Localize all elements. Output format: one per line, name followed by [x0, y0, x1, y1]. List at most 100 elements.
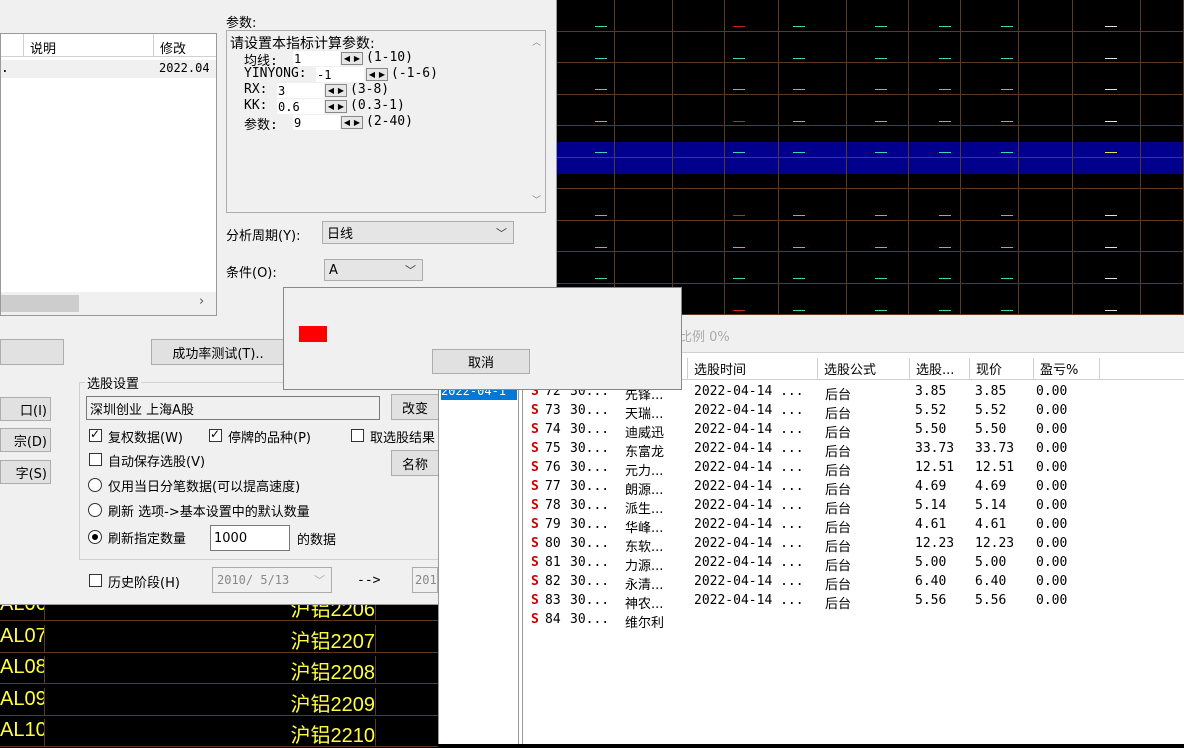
stock-code: 30...	[570, 479, 610, 494]
param-spinner[interactable]: ◀ ▶	[366, 68, 388, 81]
params-scrollbar[interactable]: ︿ ﹀	[528, 31, 545, 212]
arrow-left-icon[interactable]: ◀	[344, 118, 350, 127]
refresh-default-radio[interactable]	[88, 503, 102, 517]
select-formula: 后台	[825, 540, 852, 555]
quote-row[interactable]: AL07 沪铝2207	[0, 622, 438, 653]
change-button[interactable]: 改变	[391, 394, 439, 420]
current-price: 6.40	[975, 574, 1007, 589]
result-row[interactable]: S 80 30... 东软... 2022-04-14 ... 后台 12.23…	[439, 535, 1184, 555]
result-row[interactable]: S 73 30... 天瑞... 2022-04-14 ... 后台 5.52 …	[439, 402, 1184, 422]
grid-cell	[779, 157, 847, 189]
result-row[interactable]: S 81 30... 力源... 2022-04-14 ... 后台 5.00 …	[439, 554, 1184, 574]
select-mark: S	[531, 441, 539, 456]
param-value-input[interactable]: 3	[277, 83, 324, 98]
refresh-count-input[interactable]: 1000	[210, 525, 290, 551]
arrow-left-icon[interactable]: ◀	[328, 86, 334, 95]
grid-cell	[1019, 94, 1073, 126]
param-label: KK:	[244, 98, 268, 113]
auto-save-checkbox[interactable]	[89, 453, 102, 466]
param-value-input[interactable]: 9	[293, 115, 340, 130]
result-row[interactable]: S 77 30... 朗源... 2022-04-14 ... 后台 4.69 …	[439, 478, 1184, 498]
formula-list[interactable]: 说明 修改 . 2022.04 ›	[0, 33, 217, 316]
row-number: 82	[545, 574, 561, 589]
stock-code: 30...	[570, 441, 610, 456]
formula-list-row[interactable]: . 2022.04	[1, 60, 216, 78]
arrow-right-icon[interactable]: ▶	[354, 54, 360, 63]
result-row[interactable]: S 79 30... 华峰... 2022-04-14 ... 后台 4.61 …	[439, 516, 1184, 536]
result-row[interactable]: S 82 30... 永清... 2022-04-14 ... 后台 6.40 …	[439, 573, 1184, 593]
param-value-input[interactable]: 1	[293, 51, 340, 66]
grid-dash-mark	[595, 246, 607, 248]
result-col-header[interactable]: 选股公式	[818, 358, 910, 380]
left-button-3[interactable]: 字(S)	[0, 460, 51, 484]
grid-cell	[673, 252, 725, 284]
stock-name: 华峰...	[625, 521, 664, 536]
horizontal-scrollbar[interactable]: ›	[1, 292, 216, 315]
scrollbar-thumb[interactable]	[1, 295, 79, 312]
grid-cell	[673, 94, 725, 126]
left-button-2[interactable]: 宗(D)	[0, 428, 51, 452]
result-row[interactable]: S 78 30... 派生... 2022-04-14 ... 后台 5.14 …	[439, 497, 1184, 517]
result-col-header[interactable]: 选股...	[910, 358, 970, 380]
param-spinner[interactable]: ◀ ▶	[325, 84, 347, 97]
chevron-up-icon[interactable]: ︿	[532, 35, 541, 48]
result-row[interactable]: S 83 30... 神农... 2022-04-14 ... 后台 5.56 …	[439, 592, 1184, 612]
left-partial-button[interactable]	[0, 339, 64, 365]
col-header-desc[interactable]: 说明	[30, 38, 56, 57]
param-value-input[interactable]: 0.6	[277, 99, 324, 114]
refresh-specified-radio[interactable]	[88, 530, 102, 544]
history-end-date[interactable]: 201	[412, 567, 438, 593]
quote-row[interactable]: AL09 沪铝2209	[0, 685, 438, 716]
quote-row[interactable]: AL10 沪铝2210	[0, 716, 438, 747]
arrow-left-icon[interactable]: ◀	[369, 70, 375, 79]
chevron-right-icon[interactable]: ›	[199, 294, 204, 309]
param-spinner[interactable]: ◀ ▶	[325, 100, 347, 113]
grid-dash-mark	[1001, 120, 1013, 122]
arrow-right-icon[interactable]: ▶	[338, 86, 344, 95]
grid-dash-mark	[595, 57, 607, 59]
period-select[interactable]: 日线 ﹀	[322, 221, 514, 244]
left-button-1[interactable]: 口(I)	[0, 397, 51, 421]
grid-cell	[909, 220, 961, 252]
history-checkbox[interactable]	[89, 574, 102, 587]
quote-name: 沪铝2209	[45, 687, 376, 716]
arrow-right-icon[interactable]: ▶	[338, 102, 344, 111]
futures-quote-list[interactable]: AL06 沪铝2206 AL07 沪铝2207 AL08 沪铝2208 AL09…	[0, 593, 438, 747]
grid-cell	[1019, 283, 1073, 315]
result-col-header[interactable]: 盈亏%	[1034, 358, 1100, 380]
select-time: 2022-04-14 ...	[694, 384, 804, 399]
result-col-header[interactable]: 选股时间	[688, 358, 818, 380]
success-rate-test-button[interactable]: 成功率测试(T)..	[151, 339, 285, 365]
grid-dash-mark	[1001, 278, 1013, 279]
result-row[interactable]: S 75 30... 东富龙 2022-04-14 ... 后台 33.73 3…	[439, 440, 1184, 460]
col-header-modified[interactable]: 修改	[160, 38, 186, 57]
arrow-right-icon[interactable]: ▶	[379, 70, 385, 79]
today-tick-radio[interactable]	[88, 478, 102, 492]
param-spinner[interactable]: ◀ ▶	[341, 116, 363, 129]
cancel-button[interactable]: 取消	[432, 349, 530, 374]
result-row[interactable]: S 76 30... 元力... 2022-04-14 ... 后台 12.51…	[439, 459, 1184, 479]
profit-loss: 0.00	[1036, 536, 1068, 551]
chevron-down-icon[interactable]: ﹀	[532, 193, 541, 206]
condition-select[interactable]: A ﹀	[324, 259, 423, 281]
param-value-input[interactable]: -1	[316, 67, 364, 82]
arrow-left-icon[interactable]: ◀	[328, 102, 334, 111]
result-col-header[interactable]: 现价	[970, 358, 1034, 380]
arrow-right-icon[interactable]: ▶	[354, 118, 360, 127]
quote-grid[interactable]	[557, 0, 1184, 315]
take-result-checkbox[interactable]	[351, 429, 364, 442]
quote-row[interactable]: AL08 沪铝2208	[0, 653, 438, 684]
select-time: 2022-04-14 ...	[694, 517, 804, 532]
param-spinner[interactable]: ◀ ▶	[341, 52, 363, 65]
row-number: 73	[545, 403, 561, 418]
suspended-checkbox[interactable]	[209, 427, 222, 442]
adjusted-data-checkbox[interactable]	[89, 427, 102, 442]
select-price: 6.40	[915, 574, 947, 589]
select-price: 5.52	[915, 403, 947, 418]
history-start-date[interactable]: 2010/ 5/13 ﹀	[212, 567, 332, 593]
result-row[interactable]: S 74 30... 迪威迅 2022-04-14 ... 后台 5.50 5.…	[439, 421, 1184, 441]
arrow-left-icon[interactable]: ◀	[344, 54, 350, 63]
name-button[interactable]: 名称	[391, 450, 439, 476]
result-row[interactable]: S 84 30... 维尔利	[439, 611, 1184, 631]
market-scope-field[interactable]: 深圳创业 上海A股	[86, 396, 380, 420]
